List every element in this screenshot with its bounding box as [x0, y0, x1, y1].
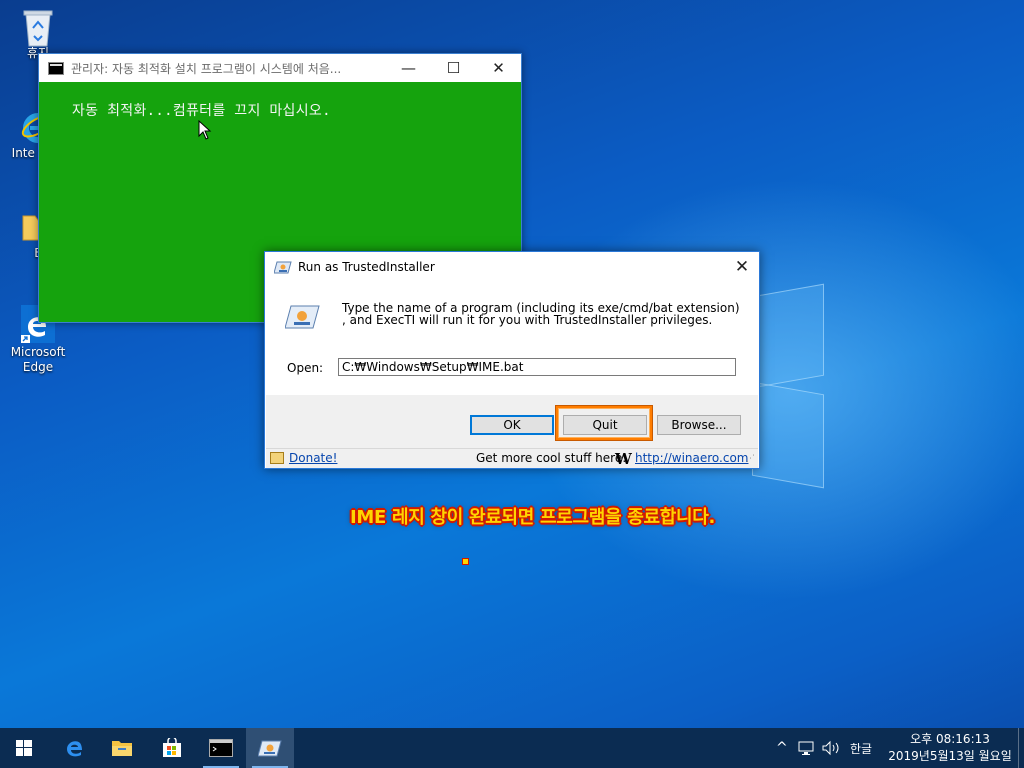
volume-icon[interactable] [822, 728, 842, 768]
winaero-logo-icon: W [615, 450, 632, 468]
windows-start-icon [16, 740, 32, 756]
taskbar-clock[interactable]: 오후 08:16:13 2019년5월13일 월요일 [880, 731, 1020, 765]
more-stuff-text: Get more cool stuff here: [476, 451, 627, 465]
donate-link[interactable]: Donate! [289, 451, 337, 465]
dialog-status-bar: Donate! Get more cool stuff here: W http… [266, 448, 758, 468]
edge-label: Microsoft Edge [10, 345, 66, 374]
close-button[interactable]: ✕ [476, 54, 521, 82]
cmd-icon [209, 739, 233, 757]
dialog-button-row: OK Quit Browse... [266, 395, 758, 448]
run-as-trustedinstaller-dialog[interactable]: Run as TrustedInstaller ✕ Type the name … [264, 251, 760, 469]
clock-time: 오후 08:16:13 [910, 732, 990, 746]
execti-icon [258, 740, 282, 757]
start-button[interactable] [0, 728, 48, 768]
dialog-content: Type the name of a program (including it… [265, 282, 759, 395]
dialog-message: Type the name of a program (including it… [342, 301, 740, 327]
cmd-icon [48, 61, 64, 75]
winaero-link[interactable]: http://winaero.com [635, 451, 749, 465]
execti-icon [274, 261, 292, 274]
wallpaper-logo-pane [752, 283, 824, 389]
clock-date: 2019년5월13일 월요일 [888, 749, 1012, 763]
open-program-input[interactable] [338, 358, 736, 376]
taskbar-edge-button[interactable] [50, 728, 98, 768]
dialog-titlebar[interactable]: Run as TrustedInstaller ✕ [265, 252, 759, 282]
taskbar: ^ 한글 오후 08:16:13 2019년5월13일 월요일 [0, 728, 1024, 768]
edge-icon [67, 741, 82, 757]
show-desktop-button[interactable] [1018, 728, 1024, 768]
taskbar-cmd-button[interactable] [197, 728, 245, 768]
console-titlebar[interactable]: 관리자: 자동 최적화 설치 프로그램이 시스템에 처음... — ☐ ✕ [39, 54, 521, 82]
dialog-title: Run as TrustedInstaller [298, 260, 435, 274]
caption-marker [462, 558, 469, 565]
quit-button[interactable]: Quit [563, 415, 647, 435]
ime-indicator[interactable]: 한글 [850, 728, 872, 768]
wallpaper-logo-pane [752, 381, 824, 489]
ok-button[interactable]: OK [470, 415, 554, 435]
tray-chevron-icon[interactable]: ^ [776, 728, 788, 768]
run-program-icon [285, 305, 320, 329]
console-title: 관리자: 자동 최적화 설치 프로그램이 시스템에 처음... [71, 61, 342, 76]
taskbar-execti-button[interactable] [246, 728, 294, 768]
taskbar-file-explorer-button[interactable] [98, 728, 146, 768]
recycle-bin-icon-image [20, 8, 56, 47]
maximize-button[interactable]: ☐ [431, 54, 476, 82]
resize-grip-icon[interactable]: ⋰ [746, 455, 756, 467]
open-label: Open: [287, 361, 324, 375]
store-icon [163, 738, 181, 757]
donate-icon [270, 452, 284, 464]
network-icon[interactable] [798, 728, 816, 768]
dialog-close-button[interactable]: ✕ [725, 252, 759, 282]
console-output: 자동 최적화...컴퓨터를 끄지 마십시오. [72, 103, 331, 119]
taskbar-store-button[interactable] [148, 728, 196, 768]
instruction-caption: IME 레지 창이 완료되면 프로그램을 종료합니다. [350, 507, 716, 528]
minimize-button[interactable]: — [386, 54, 431, 82]
browse-button[interactable]: Browse... [657, 415, 741, 435]
file-explorer-icon [112, 741, 132, 756]
mouse-cursor-icon [198, 120, 212, 140]
